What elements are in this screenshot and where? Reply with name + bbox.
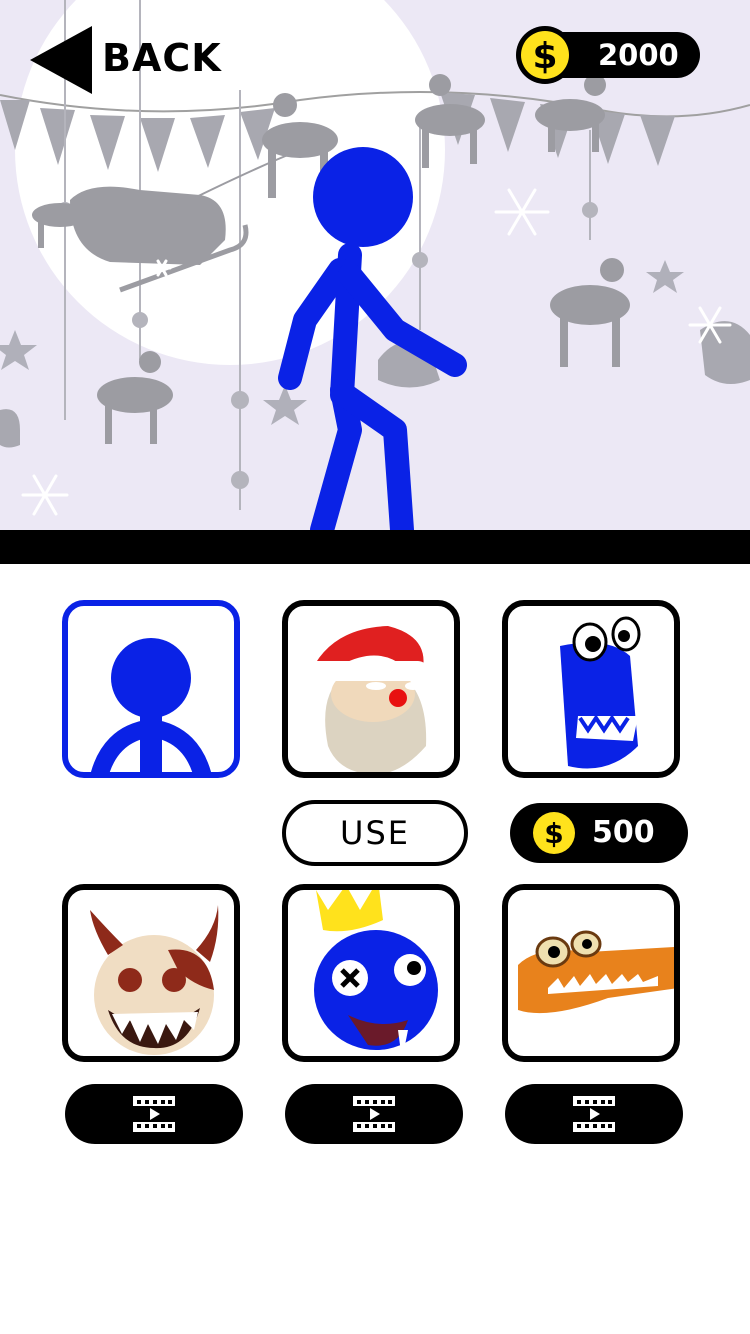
stickman-icon: [91, 638, 211, 772]
ground-bar: [0, 530, 750, 564]
santa-icon: [295, 626, 428, 772]
use-button[interactable]: USE: [282, 800, 468, 866]
back-arrow-icon: [30, 26, 92, 94]
skin-tile-santa[interactable]: [282, 600, 460, 778]
back-label[interactable]: BACK: [102, 36, 222, 80]
skin-tile-devil[interactable]: [62, 884, 240, 1062]
crocodile-icon: [518, 930, 674, 1014]
devil-face-icon: [90, 905, 219, 1055]
skin-tile-stickman[interactable]: [62, 600, 240, 778]
coin-balance: $ 2000: [514, 24, 704, 86]
svg-text:$: $: [544, 817, 563, 850]
skin-tile-crocodile[interactable]: [502, 884, 680, 1062]
watch-video-button-devil[interactable]: [65, 1084, 243, 1144]
video-film-icon: [353, 1096, 395, 1132]
skin-tile-blue-monster[interactable]: [502, 600, 680, 778]
dollar-coin-icon: $: [533, 812, 575, 854]
skin-tile-blue-king[interactable]: [282, 884, 460, 1062]
watch-video-button-crocodile[interactable]: [505, 1084, 683, 1144]
coin-amount: 2000: [598, 38, 679, 72]
svg-text:$: $: [532, 36, 557, 77]
dollar-coin-icon: $: [516, 26, 574, 84]
buy-button[interactable]: $ 500: [510, 803, 688, 863]
video-film-icon: [573, 1096, 615, 1132]
blue-monster-icon: [560, 616, 641, 769]
blue-king-icon: [314, 890, 438, 1056]
video-film-icon: [133, 1096, 175, 1132]
price-label: 500: [592, 815, 655, 850]
watch-video-button-blue-king[interactable]: [285, 1084, 463, 1144]
